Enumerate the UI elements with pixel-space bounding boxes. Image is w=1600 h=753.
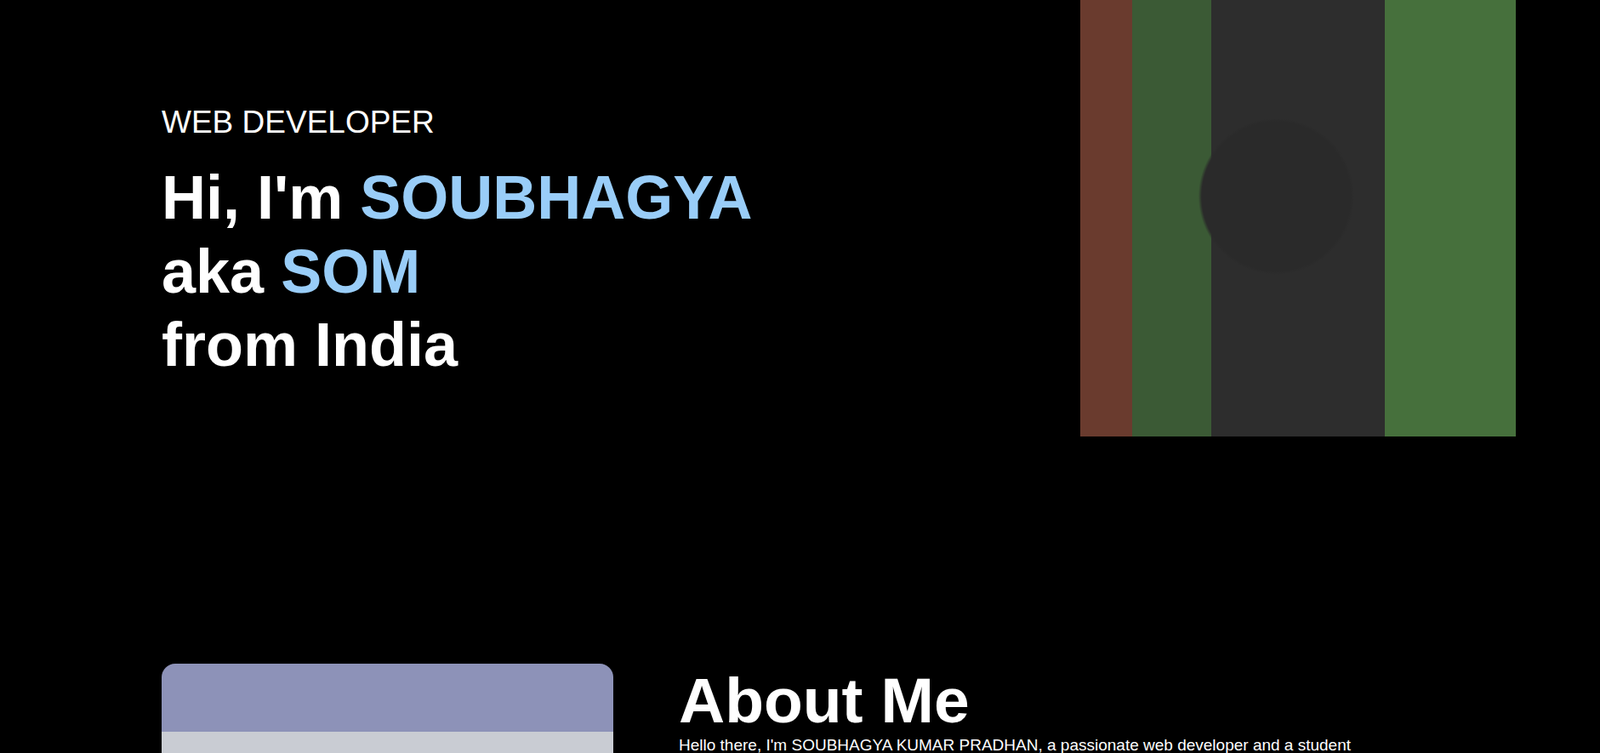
aka-text: aka bbox=[161, 237, 281, 306]
hero-heading: Hi, I'm SOUBHAGYA aka SOMfrom India bbox=[161, 160, 753, 382]
about-photo bbox=[161, 663, 614, 753]
origin-text: from India bbox=[161, 310, 458, 379]
about-section: About Me Hello there, I'm SOUBHAGYA KUMA… bbox=[0, 663, 1600, 753]
nickname-text: SOM bbox=[280, 237, 421, 306]
about-heading: About Me bbox=[678, 665, 1351, 736]
hero-section: WEB DEVELOPER Hi, I'm SOUBHAGYA aka SOMfr… bbox=[0, 0, 1600, 437]
about-paragraph: Hello there, I'm SOUBHAGYA KUMAR PRADHAN… bbox=[678, 735, 1351, 753]
hero-text: WEB DEVELOPER Hi, I'm SOUBHAGYA aka SOMfr… bbox=[161, 0, 753, 382]
greeting-text: Hi, I'm bbox=[161, 163, 360, 232]
about-text: About Me Hello there, I'm SOUBHAGYA KUMA… bbox=[678, 663, 1351, 753]
role-label: WEB DEVELOPER bbox=[161, 103, 753, 142]
name-text: SOUBHAGYA bbox=[359, 163, 752, 232]
profile-photo bbox=[1080, 0, 1516, 437]
